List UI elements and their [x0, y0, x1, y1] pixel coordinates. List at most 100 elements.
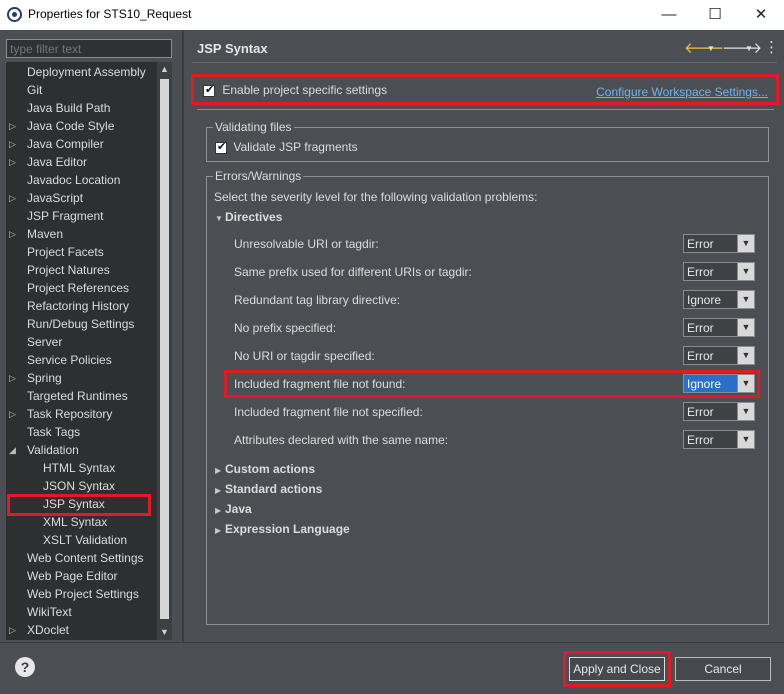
tree-expand-arrow-icon[interactable]: ▷	[9, 117, 16, 135]
sidebar-item[interactable]: Service Policies	[27, 351, 112, 369]
sidebar-item[interactable]: Validation	[27, 441, 79, 459]
sidebar-item[interactable]: Maven	[27, 225, 63, 243]
chevron-down-icon[interactable]: ▼	[737, 291, 754, 308]
sidebar-item[interactable]: Task Repository	[27, 405, 112, 423]
sidebar-item[interactable]: Web Page Editor	[27, 567, 118, 585]
validate-fragments-checkbox[interactable]	[215, 140, 227, 154]
sidebar-item[interactable]: Deployment Assembly	[27, 63, 146, 81]
sidebar-item[interactable]: Spring	[27, 369, 62, 387]
cancel-button[interactable]: Cancel	[675, 657, 771, 681]
sidebar-item[interactable]: Java Code Style	[27, 117, 114, 135]
severity-select[interactable]: Error ▼	[683, 318, 755, 337]
severity-select[interactable]: Ignore ▼	[683, 290, 755, 309]
forward-arrow-icon[interactable]: 🡒	[722, 38, 762, 57]
sidebar-item[interactable]: JSON Syntax	[43, 477, 115, 495]
back-menu-chevron-icon[interactable]: ▼	[707, 44, 715, 53]
section-label: Standard actions	[225, 482, 323, 496]
severity-select[interactable]: Error ▼	[683, 430, 755, 449]
section-toggle[interactable]: ▶ Custom actions	[215, 462, 315, 476]
validate-fragments-row: Validate JSP fragments	[215, 140, 358, 154]
sidebar-item[interactable]: Project Facets	[27, 243, 104, 261]
tree-expand-arrow-icon[interactable]: ▷	[9, 225, 16, 243]
severity-value: Error	[687, 433, 714, 447]
sidebar-item[interactable]: Git	[27, 81, 42, 99]
title-bar: Properties for STS10_Request — ☐ ✕	[0, 0, 784, 30]
collapsed-triangle-icon: ▶	[215, 506, 222, 515]
sidebar-item[interactable]: XDoclet	[27, 621, 69, 639]
scroll-down-arrow-icon[interactable]: ▼	[157, 625, 172, 640]
help-icon[interactable]: ?	[15, 657, 35, 677]
sidebar-item[interactable]: Web Project Settings	[27, 585, 139, 603]
sidebar-item[interactable]: Project References	[27, 279, 129, 297]
chevron-down-icon[interactable]: ▼	[737, 319, 754, 336]
view-menu-icon[interactable]: ⋮	[764, 38, 779, 56]
sidebar-item[interactable]: Targeted Runtimes	[27, 387, 128, 405]
sidebar-item[interactable]: Web Content Settings	[27, 549, 144, 567]
scroll-thumb[interactable]	[160, 79, 169, 619]
directives-label: Directives	[225, 210, 283, 224]
back-arrow-icon[interactable]: 🡐	[684, 38, 724, 57]
severity-value: Error	[687, 237, 714, 251]
page-title: JSP Syntax	[197, 41, 268, 56]
tree-expand-arrow-icon[interactable]: ▷	[9, 621, 16, 639]
severity-value: Ignore	[687, 293, 722, 307]
sidebar-item[interactable]: Task Tags	[27, 423, 80, 441]
section-label: Custom actions	[225, 462, 316, 476]
directive-label: No URI or tagdir specified:	[234, 349, 375, 363]
maximize-button[interactable]: ☐	[700, 4, 730, 26]
sidebar-item[interactable]: Server	[27, 333, 62, 351]
highlight-fragment-not-found	[224, 370, 760, 398]
severity-intro-text: Select the severity level for the follow…	[214, 190, 538, 204]
sidebar-item[interactable]: Javadoc Location	[27, 171, 120, 189]
sidebar-item[interactable]: Run/Debug Settings	[27, 315, 134, 333]
sidebar-item[interactable]: WikiText	[27, 603, 72, 621]
filter-input[interactable]	[6, 39, 172, 58]
sidebar-item[interactable]: HTML Syntax	[43, 459, 115, 477]
directive-label: Redundant tag library directive:	[234, 293, 401, 307]
section-toggle[interactable]: ▶ Java	[215, 502, 252, 516]
validate-fragments-label: Validate JSP fragments	[233, 140, 358, 154]
highlight-enable-row	[191, 74, 779, 105]
minimize-button[interactable]: —	[654, 4, 684, 26]
highlight-jsp-syntax-item	[7, 494, 151, 516]
severity-select[interactable]: Error ▼	[683, 402, 755, 421]
severity-select[interactable]: Error ▼	[683, 234, 755, 253]
scroll-up-arrow-icon[interactable]: ▲	[157, 62, 172, 77]
sidebar-item[interactable]: Java Build Path	[27, 99, 110, 117]
sidebar-item[interactable]: XSLT Validation	[43, 531, 127, 549]
tree-expand-arrow-icon[interactable]: ▷	[9, 405, 16, 423]
severity-select[interactable]: Error ▼	[683, 346, 755, 365]
directives-section-toggle[interactable]: ▼ Directives	[215, 210, 282, 224]
collapsed-triangle-icon: ▶	[215, 486, 222, 495]
section-toggle[interactable]: ▶ Standard actions	[215, 482, 322, 496]
severity-select[interactable]: Error ▼	[683, 262, 755, 281]
section-toggle[interactable]: ▶ Expression Language	[215, 522, 350, 536]
tree-expand-arrow-icon[interactable]: ▷	[9, 153, 16, 171]
sidebar-item[interactable]: JavaScript	[27, 189, 83, 207]
collapsed-triangle-icon: ▶	[215, 526, 222, 535]
eclipse-app-icon	[7, 7, 22, 22]
sidebar-item[interactable]: Java Editor	[27, 153, 87, 171]
chevron-down-icon[interactable]: ▼	[737, 235, 754, 252]
close-button[interactable]: ✕	[746, 4, 776, 26]
chevron-down-icon[interactable]: ▼	[737, 347, 754, 364]
chevron-down-icon[interactable]: ▼	[737, 263, 754, 280]
sidebar-item[interactable]: Java Compiler	[27, 135, 104, 153]
tree-scrollbar[interactable]: ▲ ▼	[157, 62, 172, 640]
severity-value: Error	[687, 349, 714, 363]
errors-warnings-legend: Errors/Warnings	[215, 169, 302, 183]
forward-menu-chevron-icon[interactable]: ▼	[745, 44, 753, 53]
chevron-down-icon[interactable]: ▼	[737, 431, 754, 448]
sidebar-item[interactable]: Refactoring History	[27, 297, 129, 315]
tree-expand-arrow-icon[interactable]: ▷	[9, 369, 16, 387]
tree-expand-arrow-icon[interactable]: ▷	[9, 135, 16, 153]
sidebar-item[interactable]: JSP Fragment	[27, 207, 103, 225]
tree-collapse-arrow-icon[interactable]: ◢	[9, 441, 16, 459]
severity-value: Error	[687, 265, 714, 279]
directive-label: No prefix specified:	[234, 321, 337, 335]
chevron-down-icon[interactable]: ▼	[737, 403, 754, 420]
pane-splitter[interactable]	[182, 30, 184, 642]
collapsed-triangle-icon: ▶	[215, 466, 222, 475]
tree-expand-arrow-icon[interactable]: ▷	[9, 189, 16, 207]
sidebar-item[interactable]: Project Natures	[27, 261, 110, 279]
